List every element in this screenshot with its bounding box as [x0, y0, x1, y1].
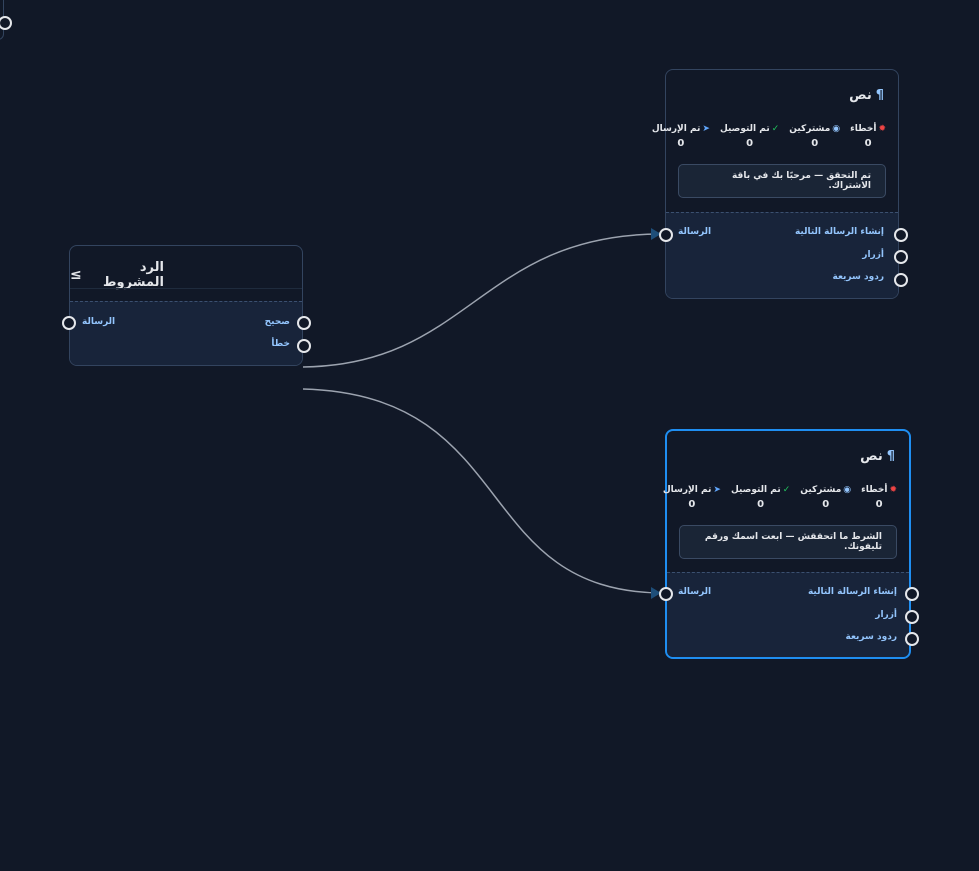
text-node-2[interactable]: ¶ نص ✹ أخطاء 0 ◉ مشتركين 0 ✓ تم التوصيل 0 ➤…: [663, 429, 911, 659]
offscreen-node-handle[interactable]: [0, 16, 12, 30]
stat-subscribers: ◉ مشتركين 0: [789, 124, 840, 149]
stat-sent-label: تم الإرسال: [651, 124, 701, 134]
stat-delivered: ✓ تم التوصيل 0: [720, 124, 779, 149]
text-node-1-input-handle[interactable]: [659, 228, 673, 242]
text-node-1-output-next: إنشاء الرسالة التالية: [794, 227, 884, 237]
text-node-1-title-text: نص: [849, 88, 872, 103]
stat-errors-value: 0: [864, 138, 872, 149]
stat-delivered-value: 0: [757, 499, 765, 510]
send-icon: ➤: [702, 124, 710, 134]
condition-node-divider: [70, 288, 302, 289]
text-node-2-quick-replies-handle[interactable]: [905, 632, 919, 646]
text-node-1-next-handle[interactable]: [894, 228, 908, 242]
text-node-2-ports: الرسالة إنشاء الرسالة التالية أزرار ردود…: [667, 572, 909, 657]
edge-true-to-text1[interactable]: [302, 233, 661, 368]
user-circle-icon: ◉: [832, 124, 841, 134]
stat-delivered-value: 0: [746, 138, 754, 149]
text-node-1[interactable]: ¶ نص ✹ أخطاء 0 ◉ مشتركين 0 ✓ تم التوصيل 0 ➤…: [652, 69, 899, 299]
text-node-2-next-handle[interactable]: [905, 587, 919, 601]
text-node-1-quick-replies-handle[interactable]: [894, 273, 908, 287]
condition-input-handle[interactable]: [62, 316, 76, 330]
stat-sent-value: 0: [688, 499, 696, 510]
check-circle-icon: ✓: [782, 485, 791, 495]
text-node-1-input-label: الرسالة: [678, 227, 712, 237]
text-node-2-output-quick-replies: ردود سريعة: [845, 632, 897, 642]
text-node-1-title: ¶ نص: [849, 88, 884, 103]
stat-subscribers-value: 0: [822, 499, 830, 510]
text-node-1-message[interactable]: تم التحقق — مرحبًا بك في باقة الاشتراك.: [678, 164, 886, 198]
text-node-2-buttons-handle[interactable]: [905, 610, 919, 624]
bug-icon: ✹: [878, 124, 886, 134]
check-circle-icon: ✓: [771, 124, 780, 134]
stat-subscribers-label: مشتركين: [789, 124, 831, 134]
text-node-2-input-handle[interactable]: [659, 587, 673, 601]
stat-errors-value: 0: [875, 499, 883, 510]
stat-subscribers-label: مشتركين: [800, 485, 842, 495]
condition-node-title: الرد المشروط ≥: [70, 260, 164, 290]
send-icon: ➤: [713, 485, 721, 495]
condition-true-label: صحيح: [264, 317, 290, 327]
bug-icon: ✹: [889, 485, 897, 495]
text-node-2-input-label: الرسالة: [678, 587, 712, 597]
edge-false-to-text2[interactable]: [302, 388, 661, 594]
stat-subscribers-value: 0: [811, 138, 819, 149]
condition-node[interactable]: الرد المشروط ≥ الرسالة صحيح خطأ: [69, 245, 303, 366]
pilcrow-icon: ¶: [886, 449, 895, 464]
condition-input-label: الرسالة: [82, 317, 116, 327]
text-node-1-output-buttons: أزرار: [862, 250, 884, 260]
text-node-2-title: ¶ نص: [860, 449, 895, 464]
text-node-2-message[interactable]: الشرط ما اتحققش — ابعت اسمك ورقم تليفونك…: [679, 525, 897, 559]
stat-subscribers: ◉ مشتركين 0: [800, 485, 851, 510]
text-node-2-output-buttons: أزرار: [875, 610, 897, 620]
flow-canvas[interactable]: الرد المشروط ≥ الرسالة صحيح خطأ ¶ نص ✹ أخ…: [0, 0, 979, 871]
text-node-2-stats: ✹ أخطاء 0 ◉ مشتركين 0 ✓ تم التوصيل 0 ➤ تم ال…: [663, 485, 897, 510]
text-node-2-title-text: نص: [860, 449, 883, 464]
stat-sent-label: تم الإرسال: [662, 485, 712, 495]
condition-false-handle[interactable]: [297, 339, 311, 353]
stat-errors: ✹ أخطاء 0: [861, 485, 897, 510]
stat-sent: ➤ تم الإرسال 0: [663, 485, 721, 510]
condition-false-label: خطأ: [271, 339, 290, 349]
text-node-1-ports: الرسالة إنشاء الرسالة التالية أزرار ردود…: [666, 212, 898, 298]
stat-delivered-label: تم التوصيل: [719, 124, 770, 134]
stat-sent-value: 0: [677, 138, 685, 149]
condition-node-ports: الرسالة صحيح خطأ: [70, 301, 302, 365]
pilcrow-icon: ¶: [875, 88, 884, 103]
stat-delivered: ✓ تم التوصيل 0: [731, 485, 790, 510]
stat-sent: ➤ تم الإرسال 0: [652, 124, 710, 149]
text-node-1-buttons-handle[interactable]: [894, 250, 908, 264]
text-node-1-stats: ✹ أخطاء 0 ◉ مشتركين 0 ✓ تم التوصيل 0 ➤ تم ال…: [652, 124, 886, 149]
stat-errors-label: أخطاء: [861, 485, 888, 495]
condition-node-title-text: الرد المشروط: [103, 260, 164, 290]
stat-delivered-label: تم التوصيل: [730, 485, 781, 495]
stat-errors-label: أخطاء: [850, 124, 877, 134]
user-circle-icon: ◉: [843, 485, 852, 495]
text-node-2-output-next: إنشاء الرسالة التالية: [807, 587, 897, 597]
greater-equal-icon: ≥: [70, 267, 82, 283]
stat-errors: ✹ أخطاء 0: [850, 124, 886, 149]
condition-true-handle[interactable]: [297, 316, 311, 330]
text-node-1-output-quick-replies: ردود سريعة: [832, 272, 884, 282]
